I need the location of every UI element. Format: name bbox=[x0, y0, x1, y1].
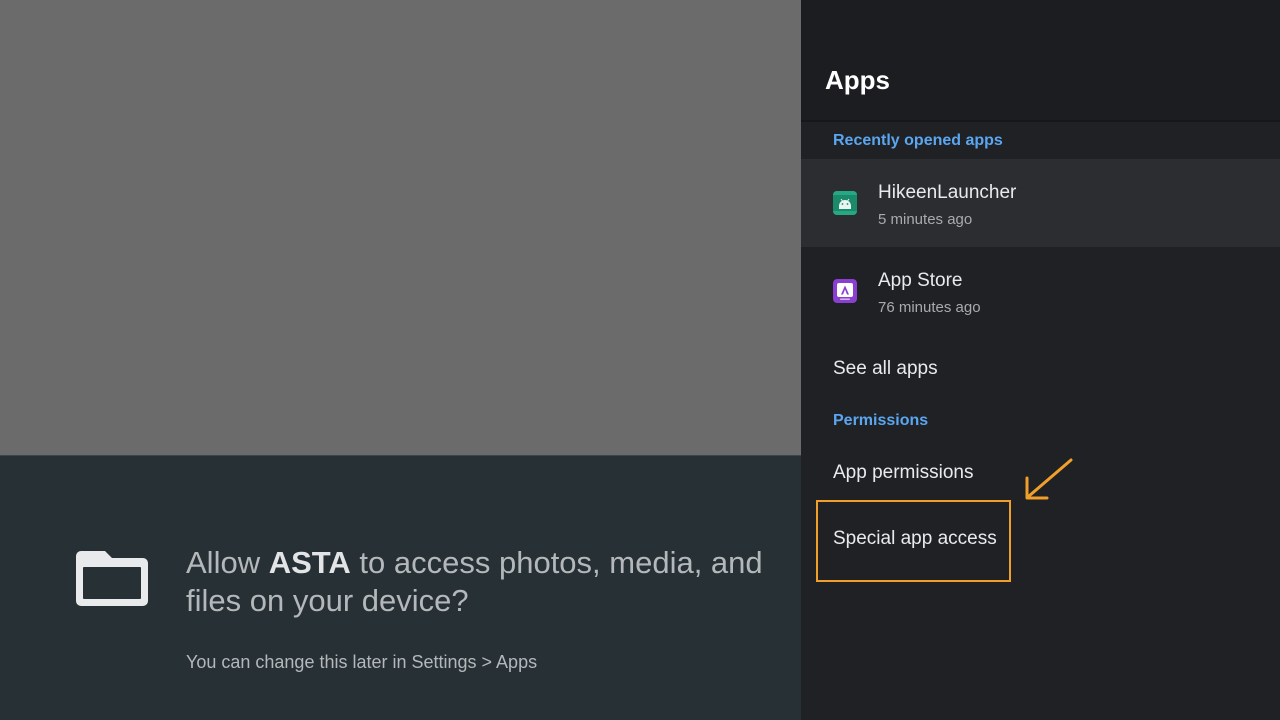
panel-header: Apps bbox=[801, 0, 1280, 122]
settings-panel: Apps Recently opened apps HikeenLauncher… bbox=[801, 0, 1280, 720]
dimmed-background bbox=[0, 0, 801, 455]
app-name: HikeenLauncher bbox=[878, 182, 1017, 203]
dialog-subtitle: You can change this later in Settings > … bbox=[186, 652, 538, 672]
app-time: 76 minutes ago bbox=[878, 299, 981, 316]
screen: Allow ASTA to access photos, media, and … bbox=[0, 0, 1280, 720]
see-all-apps-item[interactable]: See all apps bbox=[833, 357, 938, 381]
permission-dialog: Allow ASTA to access photos, media, and … bbox=[0, 455, 801, 720]
app-name: App Store bbox=[878, 270, 963, 291]
section-header-recent: Recently opened apps bbox=[833, 132, 1003, 149]
android-icon bbox=[833, 191, 857, 215]
arrow-down-left-icon bbox=[1025, 458, 1073, 500]
recent-app-hikeenlauncher[interactable]: HikeenLauncher 5 minutes ago bbox=[801, 159, 1280, 247]
section-header-permissions: Permissions bbox=[833, 412, 929, 429]
dialog-title: Allow ASTA to access photos, media, and … bbox=[186, 544, 766, 620]
dialog-app-name: ASTA bbox=[268, 545, 351, 580]
recent-app-app-store[interactable]: App Store 76 minutes ago bbox=[801, 247, 1280, 335]
page-title: Apps bbox=[825, 65, 890, 95]
folder-icon bbox=[76, 551, 148, 606]
dialog-title-prefix: Allow bbox=[186, 545, 269, 580]
app-permissions-item[interactable]: App permissions bbox=[833, 461, 973, 485]
app-time: 5 minutes ago bbox=[878, 211, 973, 228]
app-store-icon bbox=[833, 279, 857, 303]
highlight-box bbox=[816, 500, 1011, 582]
